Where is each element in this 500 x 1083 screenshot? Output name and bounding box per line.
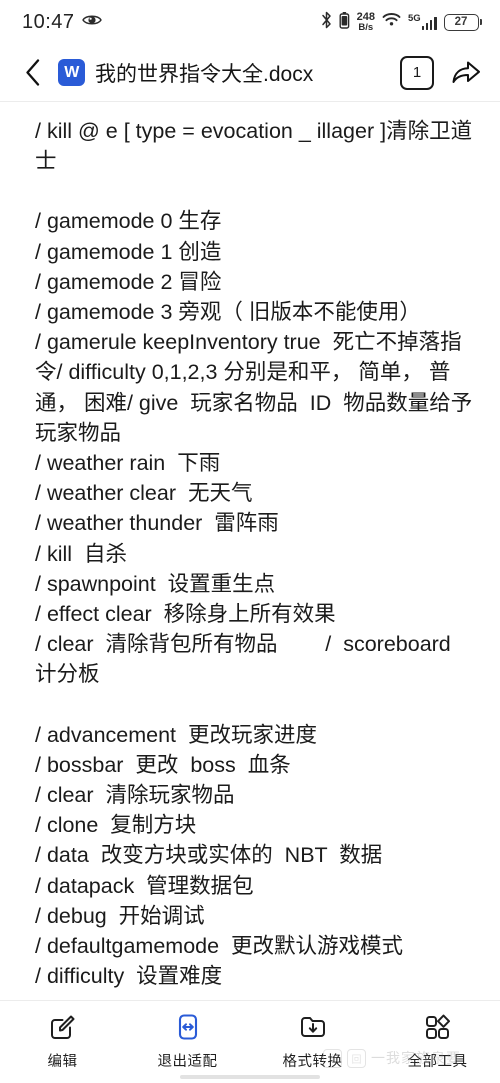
status-bar-right: 248 B/s 5G 27 (321, 11, 482, 34)
document-viewer-screen: 10:47 248 B/s 5G 27 W 我的世界指令大全.docx 1 / … (0, 0, 500, 1083)
eye-comfort-icon (81, 13, 102, 32)
back-button[interactable] (18, 55, 48, 91)
document-line: / clear 清除背包所有物品 / scoreboard 计分板 (35, 632, 463, 687)
signal-bars-icon (421, 16, 437, 30)
document-line: / kill @ e [ type = evocation _ illager … (35, 119, 473, 174)
chevron-left-icon (26, 59, 40, 86)
document-lines: / kill @ e [ type = evocation _ illager … (35, 116, 478, 991)
network-type-label: 5G (407, 13, 421, 25)
document-line: / defaultgamemode 更改默认游戏模式 (35, 934, 404, 959)
exit-fit-arrows-icon (174, 1012, 202, 1042)
battery-indicator: 27 (443, 13, 482, 31)
word-icon-letter: W (64, 63, 79, 81)
status-bar-left: 10:47 (22, 11, 102, 34)
page-count-label: 1 (412, 64, 422, 81)
document-line: / kill 自杀 (35, 541, 127, 566)
battery-level-label: 27 (443, 13, 479, 31)
bottom-toolbar: 编辑 退出适配 格式转换 全部工具 ※ 回 一我家族泉要 (0, 1000, 500, 1083)
document-line: / datapack 管理数据包 (35, 873, 254, 898)
share-button[interactable] (448, 55, 484, 91)
document-line: / gamemode 3 旁观（ 旧版本不能使用） (35, 300, 421, 325)
toolbar-label-exit-fit: 退出适配 (157, 1054, 218, 1070)
word-document-icon: W (58, 59, 85, 86)
document-line: / advancement 更改玩家进度 (35, 722, 317, 747)
document-line: / bossbar 更改 boss 血条 (35, 752, 291, 777)
wifi-icon (382, 12, 401, 32)
network-speed-unit: B/s (358, 21, 374, 33)
edit-pencil-icon (49, 1012, 77, 1042)
toolbar-label-format-convert: 格式转换 (282, 1054, 343, 1070)
document-line: / gamemode 2 冒险 (35, 269, 222, 294)
network-speed-indicator: 248 B/s (357, 11, 375, 33)
toolbar-item-exit-fit[interactable]: 退出适配 (140, 1012, 236, 1071)
document-line: / weather rain 下雨 (35, 451, 221, 476)
share-arrow-icon (452, 61, 480, 83)
document-content[interactable]: / kill @ e [ type = evocation _ illager … (0, 102, 500, 1000)
document-line: / gamemode 0 生存 (35, 209, 222, 234)
page-count-badge[interactable]: 1 (400, 55, 434, 90)
document-line: / spawnpoint 设置重生点 (35, 571, 276, 596)
connected-device-icon (339, 11, 350, 34)
document-line: / weather thunder 雷阵雨 (35, 511, 279, 536)
home-indicator (180, 1075, 320, 1079)
document-line: / weather clear 无天气 (35, 481, 253, 506)
document-line: / gamerule keepInventory true 死亡不掉落指令/ d… (35, 330, 473, 445)
toolbar-label-edit: 编辑 (47, 1054, 78, 1070)
document-blank-line (35, 176, 478, 206)
status-time: 10:47 (22, 10, 75, 33)
battery-cap (479, 19, 482, 25)
toolbar-item-all-tools[interactable]: 全部工具 (390, 1012, 486, 1071)
toolbar-label-all-tools: 全部工具 (407, 1054, 468, 1070)
document-line: / difficulty 设置难度 (35, 964, 223, 989)
document-line: / debug 开始调试 (35, 903, 205, 928)
mobile-network-indicator: 5G (408, 14, 437, 30)
document-line: / gamemode 1 创造 (35, 239, 222, 264)
bluetooth-icon (321, 11, 332, 34)
document-line: / clear 清除玩家物品 (35, 783, 235, 808)
toolbar-item-edit[interactable]: 编辑 (15, 1012, 111, 1071)
folder-download-icon (299, 1012, 327, 1042)
document-line: / data 改变方块或实体的 NBT 数据 (35, 843, 383, 868)
document-line: / effect clear 移除身上所有效果 (35, 602, 336, 627)
document-header: W 我的世界指令大全.docx 1 (0, 44, 500, 102)
grid-apps-icon (424, 1012, 452, 1042)
document-blank-line (35, 690, 478, 720)
toolbar-item-format-convert[interactable]: 格式转换 (265, 1012, 361, 1071)
status-bar: 10:47 248 B/s 5G 27 (0, 0, 500, 44)
document-title: 我的世界指令大全.docx (95, 62, 314, 86)
document-line: / clone 复制方块 (35, 813, 197, 838)
